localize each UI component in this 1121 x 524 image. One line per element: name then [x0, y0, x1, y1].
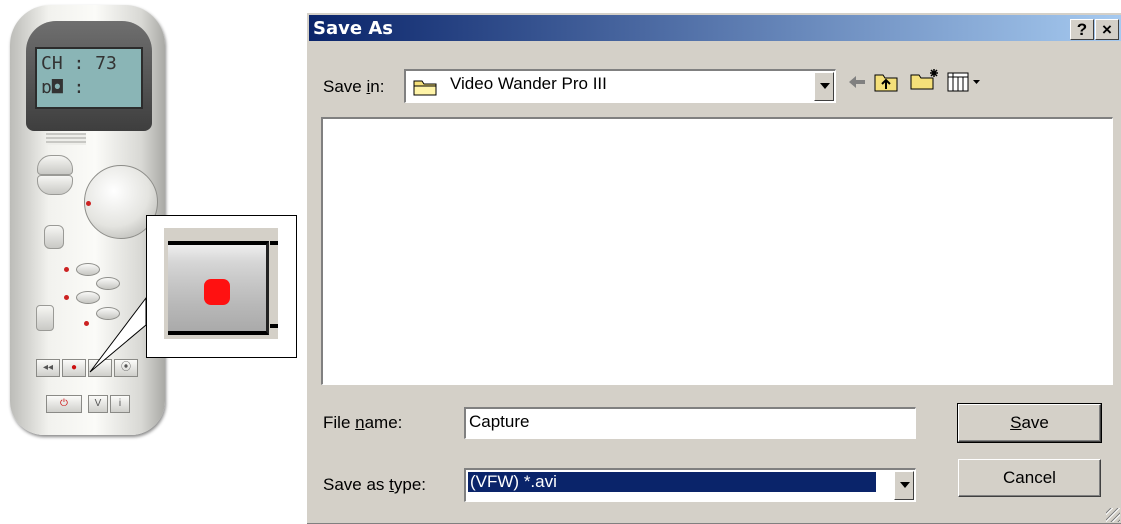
save-as-type-dropdown-arrow[interactable]: [894, 471, 914, 500]
file-name-input[interactable]: Capture: [464, 407, 916, 439]
save-in-dropdown[interactable]: Video Wander Pro III: [404, 69, 836, 103]
view-menu-icon[interactable]: [947, 71, 985, 93]
dialog-title: Save As: [313, 18, 393, 39]
record-icon: [204, 279, 230, 305]
save-button-key: S: [1010, 413, 1022, 432]
file-name-value: Capture: [469, 412, 530, 431]
callout-tick: [270, 324, 278, 328]
close-button[interactable]: ×: [1095, 19, 1119, 40]
up-folder-icon[interactable]: [873, 71, 899, 93]
resize-grip[interactable]: [1106, 508, 1120, 522]
save-as-type-dropdown[interactable]: (VFW) *.avi: [464, 468, 916, 502]
file-name-label: File name:: [323, 413, 403, 432]
save-in-value: Video Wander Pro III: [450, 74, 607, 93]
save-button-label: ave: [1021, 413, 1049, 432]
title-bar[interactable]: Save As ? ×: [309, 15, 1121, 41]
save-as-type-value: (VFW) *.avi: [468, 472, 876, 492]
save-button[interactable]: Save: [957, 403, 1102, 443]
save-in-label: Save in:: [323, 77, 385, 96]
save-as-dialog: Save As ? × Save in: Video Wander Pro II…: [306, 12, 1121, 524]
back-arrow-icon[interactable]: [847, 71, 867, 93]
help-button[interactable]: ?: [1070, 19, 1094, 40]
zoomed-record-button: [168, 241, 269, 335]
save-in-dropdown-arrow[interactable]: [814, 72, 834, 101]
save-as-type-label: Save as type:: [323, 475, 427, 494]
zoom-callout: [146, 215, 297, 358]
save-as-type-value-wrap: (VFW) *.avi: [468, 472, 876, 492]
cancel-button[interactable]: Cancel: [958, 459, 1101, 497]
new-folder-icon[interactable]: [909, 67, 941, 91]
folder-icon: [413, 80, 437, 96]
file-list[interactable]: [321, 117, 1113, 385]
callout-tick: [270, 241, 278, 245]
zoom-background: [164, 228, 278, 339]
